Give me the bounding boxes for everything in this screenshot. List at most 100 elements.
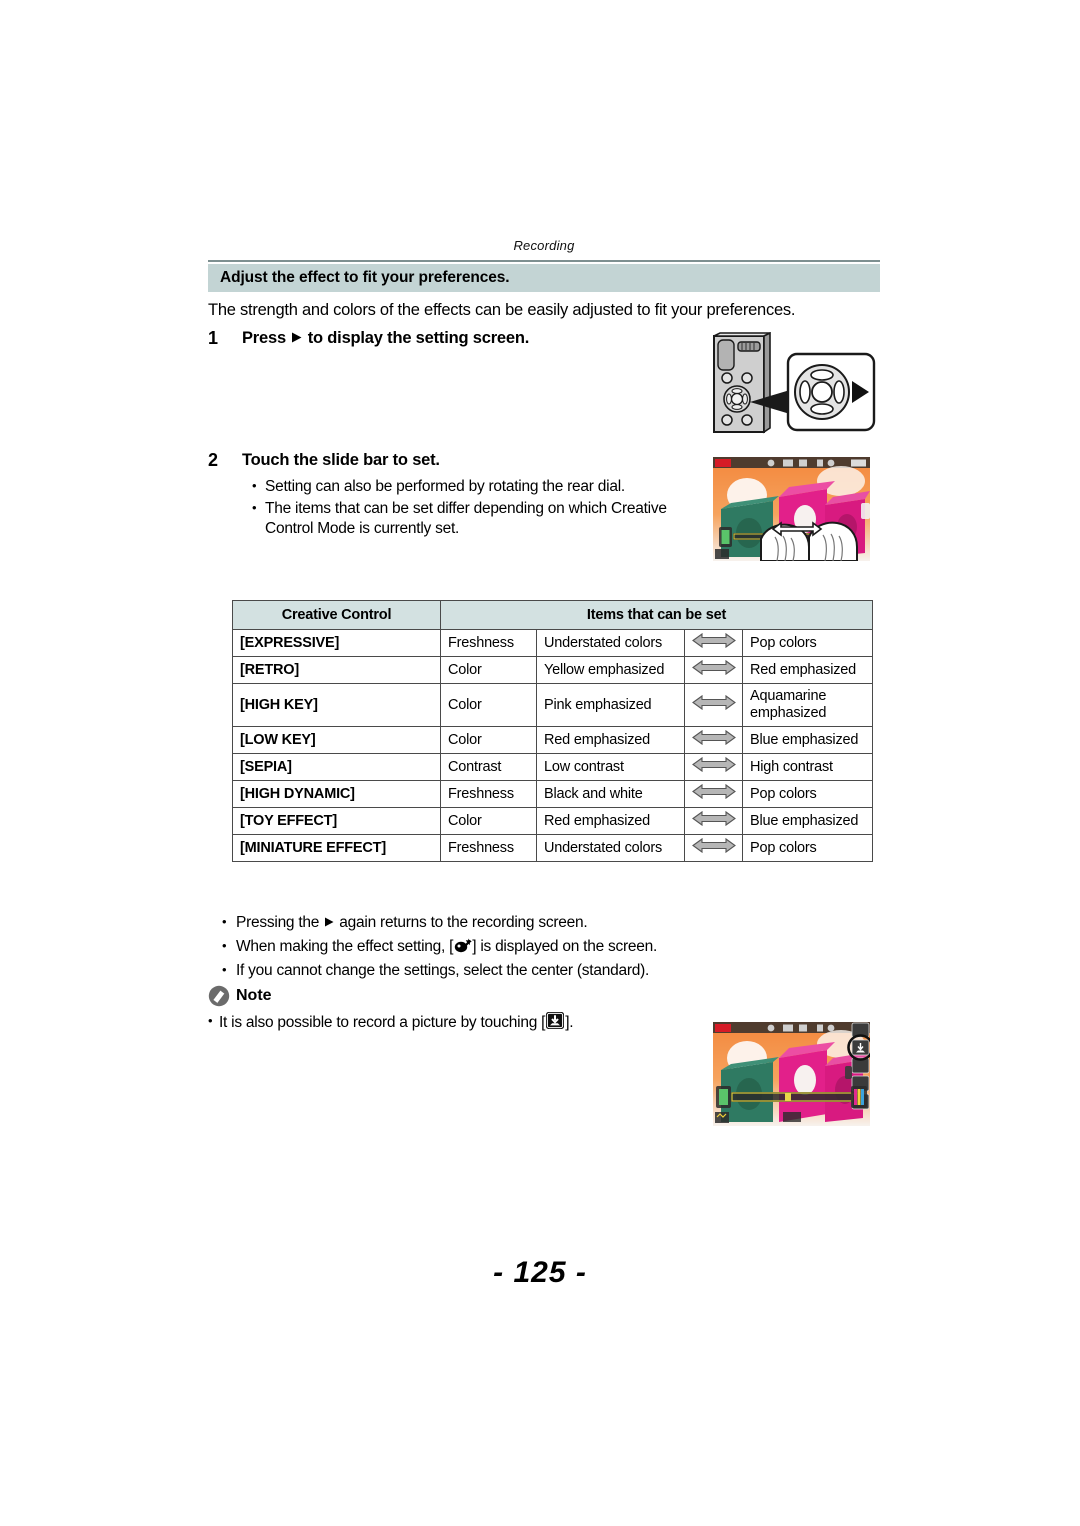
table-header-creative-control: Creative Control <box>232 600 441 630</box>
cell-arrow <box>684 753 743 781</box>
cell-left-value: Red emphasized <box>536 807 685 835</box>
cell-arrow <box>684 656 743 684</box>
step-1-number: 1 <box>208 328 219 348</box>
cursor-pad-callout <box>786 352 876 432</box>
step-2-bullets: Setting can also be performed by rotatin… <box>252 476 708 540</box>
double-arrow-icon <box>691 783 736 800</box>
cell-item: Contrast <box>440 753 537 781</box>
intro-paragraph: The strength and colors of the effects c… <box>208 301 796 319</box>
cell-right-value: Pop colors <box>742 629 873 657</box>
double-arrow-icon <box>691 632 736 649</box>
cell-mode-name: [RETRO] <box>232 656 441 684</box>
double-arrow-icon <box>691 837 736 854</box>
lcd-image <box>713 457 870 561</box>
step-1-title-before: Press <box>242 329 286 347</box>
note-pencil-icon <box>208 985 230 1007</box>
table-row: [SEPIA] Contrast Low contrast High contr… <box>232 753 873 781</box>
running-head: Recording <box>513 238 575 253</box>
cell-left-value: Black and white <box>536 780 685 808</box>
table-row: [MINIATURE EFFECT] Freshness Understated… <box>232 834 873 862</box>
cell-arrow <box>684 780 743 808</box>
table-header-items-that-can-be-set: Items that can be set <box>440 600 873 630</box>
post-bullet-1: Pressing the again returns to the record… <box>222 911 892 934</box>
camera-body-icon <box>713 331 771 434</box>
cell-right-value: Blue emphasized <box>742 726 873 754</box>
lcd-slidebar-screenshot <box>713 457 870 561</box>
cell-mode-name: [HIGH DYNAMIC] <box>232 780 441 808</box>
camera-cursor-button-figure <box>713 331 876 434</box>
cell-arrow <box>684 807 743 835</box>
lcd-image <box>713 1022 870 1126</box>
post-table-bullets: Pressing the again returns to the record… <box>222 911 892 984</box>
step-2: 2 Touch the slide bar to set. Setting ca… <box>208 450 708 541</box>
note-heading: Note <box>208 985 272 1007</box>
cell-item: Freshness <box>440 780 537 808</box>
post-bullet-2-before: When making the effect setting, [ <box>236 938 454 955</box>
table-body: [EXPRESSIVE] Freshness Understated color… <box>232 629 873 862</box>
exps-badge-icon <box>715 459 731 467</box>
double-arrow-icon <box>691 694 736 711</box>
post-bullet-1-after: again returns to the recording screen. <box>339 914 588 931</box>
cell-item: Color <box>440 656 537 684</box>
table-row: [RETRO] Color Yellow emphasized Red emph… <box>232 656 873 684</box>
cell-right-value: Red emphasized <box>742 656 873 684</box>
table-row: [EXPRESSIVE] Freshness Understated color… <box>232 629 873 657</box>
table-row: [HIGH KEY] Color Pink emphasized Aquamar… <box>232 683 873 727</box>
lcd-touch-shutter-screenshot <box>713 1022 870 1126</box>
table-row: [HIGH DYNAMIC] Freshness Black and white… <box>232 780 873 808</box>
cell-item: Color <box>440 726 537 754</box>
cell-mode-name: [EXPRESSIVE] <box>232 629 441 657</box>
note-label: Note <box>236 987 272 1004</box>
cell-right-value: Blue emphasized <box>742 807 873 835</box>
cell-left-value: Understated colors <box>536 834 685 862</box>
step-2-title: Touch the slide bar to set. <box>242 451 440 469</box>
cell-left-value: Low contrast <box>536 753 685 781</box>
double-arrow-icon <box>691 729 736 746</box>
post-bullet-2: When making the effect setting, [ ] is di… <box>222 935 892 958</box>
note-bullet-1: It is also possible to record a picture … <box>208 1010 688 1033</box>
cell-left-value: Red emphasized <box>536 726 685 754</box>
step-1: 1 Press to display the setting screen. <box>208 328 728 349</box>
cell-left-value: Understated colors <box>536 629 685 657</box>
cell-right-value: High contrast <box>742 753 873 781</box>
step-1-body: Press to display the setting screen. <box>242 328 728 349</box>
camera-rear-illustration <box>700 331 880 436</box>
table-row: [LOW KEY] Color Red emphasized Blue emph… <box>232 726 873 754</box>
step-2-bullet-2: The items that can be set differ dependi… <box>252 498 708 540</box>
double-arrow-icon <box>691 810 736 827</box>
cell-arrow <box>684 834 743 862</box>
cell-item: Freshness <box>440 834 537 862</box>
post-bullet-1-before: Pressing the <box>236 914 320 931</box>
cell-item: Color <box>440 807 537 835</box>
cell-mode-name: [HIGH KEY] <box>232 683 441 727</box>
creative-control-table: Creative Control Items that can be set [… <box>232 600 873 862</box>
header-rule <box>208 260 880 262</box>
cell-left-value: Yellow emphasized <box>536 656 685 684</box>
cell-arrow <box>684 726 743 754</box>
step-2-body: Touch the slide bar to set. Setting can … <box>242 450 708 541</box>
cell-right-value: Pop colors <box>742 780 873 808</box>
note-body: It is also possible to record a picture … <box>208 1010 688 1033</box>
step-1-title-after: to display the setting screen. <box>307 329 530 347</box>
table-header-row: Creative Control Items that can be set <box>232 600 873 630</box>
post-bullet-3: If you cannot change the settings, selec… <box>222 959 892 982</box>
section-title: Adjust the effect to fit your preference… <box>220 269 510 286</box>
cell-mode-name: [TOY EFFECT] <box>232 807 441 835</box>
cell-mode-name: [MINIATURE EFFECT] <box>232 834 441 862</box>
step-2-number: 2 <box>208 450 219 470</box>
touch-shutter-icon <box>546 1012 565 1029</box>
double-arrow-icon <box>691 756 736 773</box>
step-1-title: Press to display the setting screen. <box>242 328 728 349</box>
cell-arrow <box>684 683 743 727</box>
page-number: - 125 - <box>493 1256 587 1289</box>
effect-palette-icon <box>455 938 473 953</box>
cell-item: Color <box>440 683 537 727</box>
double-arrow-icon <box>691 659 736 676</box>
section-heading-bar: Adjust the effect to fit your preference… <box>208 264 880 292</box>
manual-page: Recording Adjust the effect to fit your … <box>0 0 1080 1526</box>
post-bullet-2-after: ] is displayed on the screen. <box>472 938 658 955</box>
exps-badge-icon <box>715 1024 731 1032</box>
note-bullet-1-before: It is also possible to record a picture … <box>219 1014 546 1031</box>
cell-arrow <box>684 629 743 657</box>
cell-right-value: Aquamarine emphasized <box>742 683 873 727</box>
